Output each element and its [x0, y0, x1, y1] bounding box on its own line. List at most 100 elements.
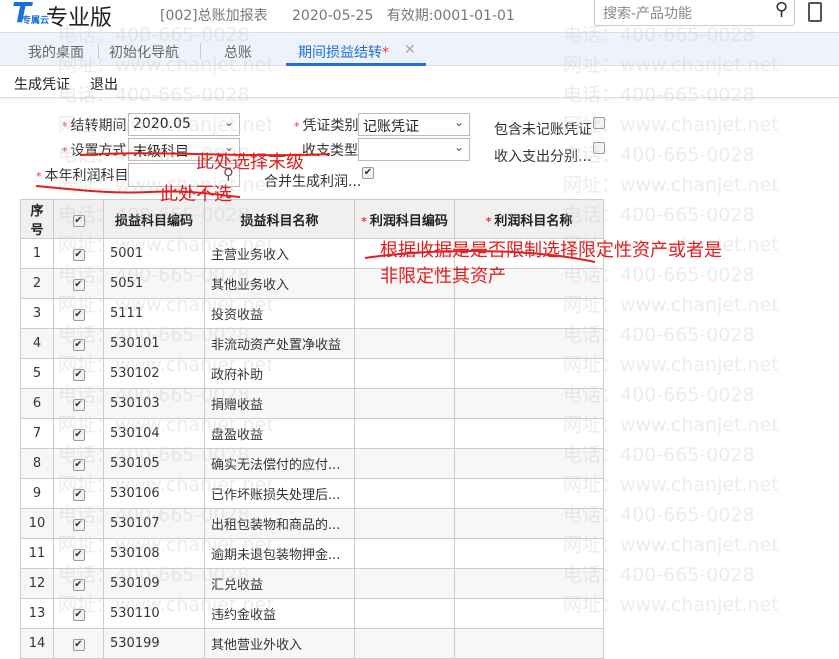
row-checkbox-cell[interactable]: ✔ — [53, 358, 104, 389]
row-checkbox-cell[interactable]: ✔ — [53, 478, 104, 509]
profit-name-cell[interactable] — [454, 298, 604, 329]
row-checkbox[interactable]: ✔ — [72, 459, 85, 471]
device-icon[interactable] — [808, 2, 822, 22]
col-profit-code: * 利润科目编码 — [354, 199, 455, 239]
profit-code-cell[interactable] — [354, 448, 455, 479]
row-checkbox[interactable]: ✔ — [72, 579, 85, 591]
profit-name-cell[interactable] — [454, 538, 604, 569]
row-checkbox[interactable]: ✔ — [72, 489, 85, 501]
table-row[interactable]: 5 ✔ 530102 政府补助 — [20, 358, 604, 389]
profit-code-cell[interactable] — [354, 628, 455, 659]
account-set[interactable]: [002]总账加报表 — [160, 5, 268, 25]
exit-button[interactable]: 退出 — [90, 74, 118, 94]
profit-code-cell[interactable] — [354, 478, 455, 509]
search-input[interactable]: 搜索-产品功能 ⚲ — [594, 0, 795, 26]
row-checkbox-cell[interactable]: ✔ — [53, 598, 104, 629]
table-row[interactable]: 2 ✔ 5051 其他业务收入 — [20, 268, 604, 299]
profit-name-cell[interactable] — [454, 448, 604, 479]
profit-name-cell[interactable] — [454, 508, 604, 539]
row-checkbox-cell[interactable]: ✔ — [53, 298, 104, 329]
select-all-checkbox[interactable]: ✔ — [72, 214, 85, 227]
table-row[interactable]: 3 ✔ 5111 投资收益 — [20, 298, 604, 329]
table-row[interactable]: 9 ✔ 530106 已作坏账损失处理后... — [20, 478, 604, 509]
tab-my-desktop[interactable]: 我的桌面 — [28, 42, 84, 62]
profit-code-cell[interactable] — [354, 568, 455, 599]
annotation-note-line1: 根据收据是是否限制选择限定性资产或者是 — [380, 240, 722, 261]
tab-period-transfer[interactable]: 期间损益结转* — [298, 42, 389, 62]
row-checkbox-cell[interactable]: ✔ — [53, 328, 104, 359]
table-row[interactable]: 11 ✔ 530108 逾期未退包装物押金... — [20, 538, 604, 569]
profit-name-cell[interactable] — [454, 478, 604, 509]
row-seq: 2 — [20, 268, 54, 299]
row-checkbox[interactable]: ✔ — [72, 399, 85, 411]
generate-voucher-button[interactable]: 生成凭证 — [14, 74, 70, 94]
chanjet-logo: T 专属云 — [12, 0, 50, 29]
row-checkbox-cell[interactable]: ✔ — [53, 448, 104, 479]
profit-code-cell[interactable] — [354, 358, 455, 389]
select-all-checkbox-cell[interactable]: ✔ — [53, 199, 104, 239]
watermark: 电话：400-665-0028 — [563, 144, 755, 166]
profit-code-cell[interactable] — [354, 508, 455, 539]
separate-checkbox[interactable] — [593, 142, 605, 154]
pl-name-cell: 出租包装物和商品的... — [204, 508, 355, 539]
profit-name-cell[interactable] — [454, 598, 604, 629]
profit-code-cell[interactable] — [354, 538, 455, 569]
row-checkbox-cell[interactable]: ✔ — [53, 508, 104, 539]
table-row[interactable]: 14 ✔ 530199 其他营业外收入 — [20, 628, 604, 659]
merge-checkbox[interactable]: ✔ — [362, 167, 374, 179]
chevron-down-icon: ⌄ — [453, 140, 464, 154]
table-row[interactable]: 7 ✔ 530104 盘盈收益 — [20, 418, 604, 449]
profit-name-cell[interactable] — [454, 358, 604, 389]
row-checkbox[interactable]: ✔ — [72, 309, 85, 321]
row-checkbox-cell[interactable]: ✔ — [53, 388, 104, 419]
income-type-select[interactable]: ⌄ — [358, 138, 470, 161]
profit-code-cell[interactable] — [354, 418, 455, 449]
row-checkbox-cell[interactable]: ✔ — [53, 268, 104, 299]
table-row[interactable]: 4 ✔ 530101 非流动资产处置净收益 — [20, 328, 604, 359]
row-checkbox[interactable]: ✔ — [72, 279, 85, 291]
profit-loss-table: 序号 ✔ 损益科目编码 损益科目名称 * 利润科目编码 * 利润科目名称 1 ✔ 5… — [20, 199, 604, 659]
tab-general-ledger[interactable]: 总账 — [224, 42, 252, 62]
search-icon[interactable]: ⚲ — [775, 0, 788, 20]
table-row[interactable]: 10 ✔ 530107 出租包装物和商品的... — [20, 508, 604, 539]
row-seq: 1 — [20, 238, 54, 269]
profit-code-cell[interactable] — [354, 388, 455, 419]
row-checkbox[interactable]: ✔ — [72, 369, 85, 381]
pl-name-cell: 政府补助 — [204, 358, 355, 389]
pl-code-cell: 530108 — [103, 538, 205, 569]
tab-init-nav[interactable]: 初始化导航 — [109, 42, 179, 62]
pl-name-cell: 盘盈收益 — [204, 418, 355, 449]
row-checkbox[interactable]: ✔ — [72, 549, 85, 561]
pl-code-cell: 530109 — [103, 568, 205, 599]
table-row[interactable]: 12 ✔ 530109 汇兑收益 — [20, 568, 604, 599]
row-checkbox-cell[interactable]: ✔ — [53, 628, 104, 659]
profit-name-cell[interactable] — [454, 628, 604, 659]
row-checkbox-cell[interactable]: ✔ — [53, 568, 104, 599]
include-unposted-checkbox[interactable] — [593, 117, 605, 129]
row-checkbox-cell[interactable]: ✔ — [53, 418, 104, 449]
profit-code-cell[interactable] — [354, 298, 455, 329]
table-row[interactable]: 8 ✔ 530105 确实无法偿付的应付... — [20, 448, 604, 479]
row-checkbox[interactable]: ✔ — [72, 249, 85, 261]
row-checkbox[interactable]: ✔ — [72, 609, 85, 621]
profit-name-cell[interactable] — [454, 568, 604, 599]
row-checkbox[interactable]: ✔ — [72, 639, 85, 651]
period-select[interactable]: 2020.05 ⌄ — [128, 113, 240, 136]
top-bar: T 专属云 专业版 [002]总账加报表 2020-05-25 有效期:0001-… — [0, 0, 839, 33]
row-checkbox[interactable]: ✔ — [72, 339, 85, 351]
row-seq: 7 — [20, 418, 54, 449]
table-row[interactable]: 6 ✔ 530103 捐赠收益 — [20, 388, 604, 419]
row-checkbox-cell[interactable]: ✔ — [53, 238, 104, 269]
voucher-type-select[interactable]: 记账凭证 ⌄ — [358, 113, 470, 136]
row-checkbox[interactable]: ✔ — [72, 519, 85, 531]
table-row[interactable]: 13 ✔ 530110 违约金收益 — [20, 598, 604, 629]
row-checkbox-cell[interactable]: ✔ — [53, 538, 104, 569]
profit-code-cell[interactable] — [354, 598, 455, 629]
close-tab-icon[interactable]: ✕ — [404, 42, 416, 58]
profit-name-cell[interactable] — [454, 418, 604, 449]
profit-name-cell[interactable] — [454, 388, 604, 419]
pl-name-cell: 确实无法偿付的应付... — [204, 448, 355, 479]
profit-name-cell[interactable] — [454, 328, 604, 359]
profit-code-cell[interactable] — [354, 328, 455, 359]
row-checkbox[interactable]: ✔ — [72, 429, 85, 441]
